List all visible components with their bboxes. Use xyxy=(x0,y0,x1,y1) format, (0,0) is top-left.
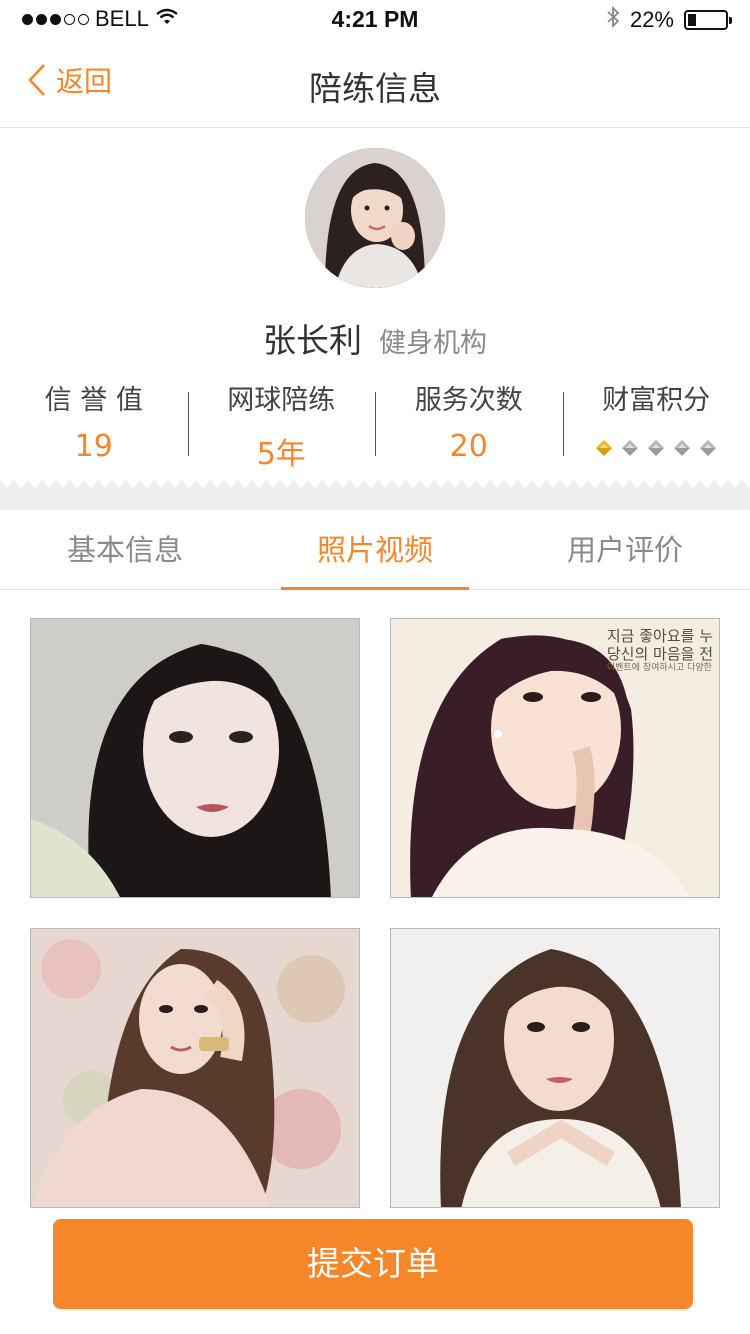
zigzag-divider xyxy=(0,480,750,510)
tab-user-reviews[interactable]: 用户评价 xyxy=(500,510,750,589)
stat-service-count: 服务次数 20 xyxy=(375,372,563,472)
battery-percent: 22% xyxy=(629,7,674,32)
tab-basic-info[interactable]: 基本信息 xyxy=(0,510,250,589)
photo-3[interactable] xyxy=(30,928,360,1208)
name-row: 张长利 健身机构 xyxy=(0,314,750,362)
bluetooth-icon xyxy=(606,5,620,34)
page-title: 陪练信息 xyxy=(309,69,441,108)
nav-bar: 返回 陪练信息 xyxy=(0,40,750,128)
tab-photos-videos[interactable]: 照片视频 xyxy=(250,510,500,590)
battery-fill xyxy=(688,14,696,26)
profile-section: 张长利 健身机构 信 誉 值 19 网球陪练 5年 服务次数 20 财富积分 xyxy=(0,128,750,480)
photo-2[interactable]: 지금 좋아요를 누 당신의 마음을 전 이벤트에 참여하시고 다양한 xyxy=(390,618,720,898)
overlay-line-2: 당신의 마음을 전 xyxy=(606,645,713,663)
diamond-icon xyxy=(674,440,691,456)
diamond-icon xyxy=(648,440,665,456)
stat-label: 服务次数 xyxy=(414,385,523,416)
diamond-icon xyxy=(700,440,717,456)
coach-org: 健身机构 xyxy=(379,328,488,359)
stat-value: 5年 xyxy=(256,437,306,472)
photo-2-overlay-text: 지금 좋아요를 누 당신의 마음을 전 이벤트에 참여하시고 다양한 xyxy=(607,627,713,674)
stat-experience: 网球陪练 5年 xyxy=(187,372,376,472)
overlay-line-3: 이벤트에 참여하시고 다양한 xyxy=(606,663,712,673)
stat-value: 19 xyxy=(74,429,113,464)
stat-label: 网球陪练 xyxy=(227,385,336,416)
stat-label: 信 誉 值 xyxy=(44,385,143,416)
photo-1[interactable] xyxy=(30,618,360,898)
stats-row: 信 誉 值 19 网球陪练 5年 服务次数 20 财富积分 xyxy=(0,372,750,472)
coach-name: 张长利 xyxy=(262,321,362,360)
status-bar: BELL 4:21 PM 22% xyxy=(0,0,750,40)
stat-value: 20 xyxy=(449,429,488,464)
tab-bar: 基本信息 照片视频 用户评价 xyxy=(0,510,750,590)
stat-wealth: 财富积分 xyxy=(562,372,750,472)
photo-4[interactable] xyxy=(390,928,720,1208)
stat-label: 财富积分 xyxy=(602,385,711,416)
stat-credit: 信 誉 值 19 xyxy=(0,372,188,472)
avatar[interactable] xyxy=(305,148,445,288)
wealth-diamonds xyxy=(563,439,750,457)
overlay-line-1: 지금 좋아요를 누 xyxy=(606,627,713,645)
diamond-icon xyxy=(622,440,639,456)
battery-icon xyxy=(684,10,732,30)
status-right: 22% xyxy=(606,5,732,34)
submit-order-button[interactable]: 提交订单 xyxy=(53,1219,693,1309)
diamond-active-icon xyxy=(596,440,613,456)
